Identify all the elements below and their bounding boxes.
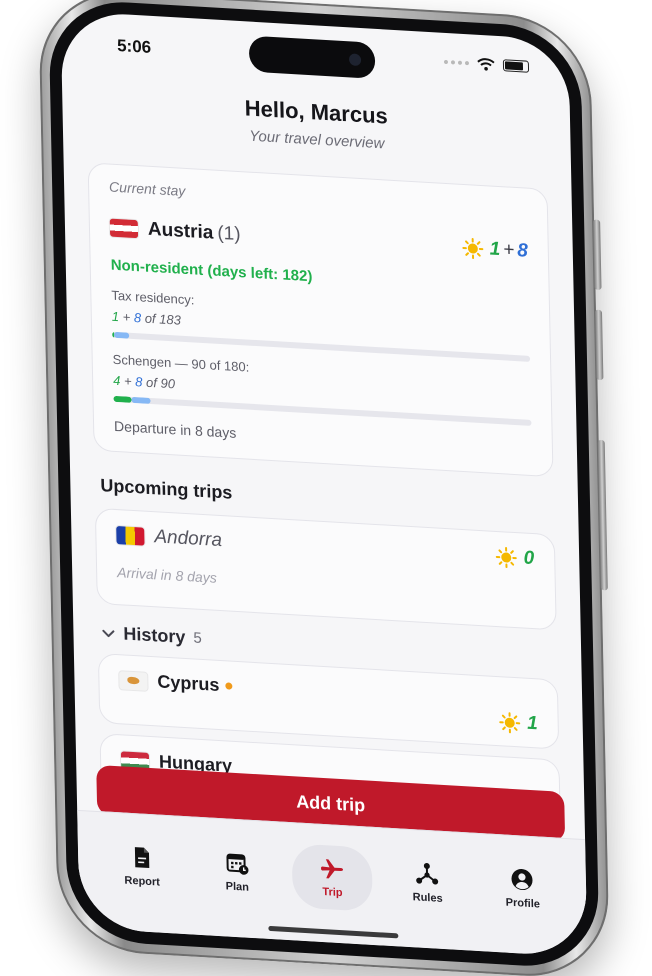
history-count: 5 <box>193 629 202 647</box>
tab-label: Rules <box>412 891 443 905</box>
home-indicator <box>268 925 399 939</box>
wifi-icon <box>477 58 495 71</box>
status-icons <box>443 55 530 74</box>
schengen-total: of 90 <box>145 374 176 392</box>
side-button <box>594 309 604 381</box>
page-header: Hello, Marcus Your travel overview <box>62 85 571 163</box>
upcoming-trip-subtitle: Arrival in 8 days <box>116 564 217 586</box>
marketing-stage: 5:06 Hello, Marcus Your travel overview <box>0 0 652 976</box>
current-country-row: Austria (1) 1 + 8 <box>109 217 529 263</box>
sun-icon <box>499 711 521 734</box>
tab-rules[interactable]: Rules <box>387 849 468 918</box>
battery-icon <box>502 59 530 73</box>
signal-icon <box>443 59 470 66</box>
current-days-plus: + <box>502 239 515 261</box>
upcoming-trip-country: Andorra <box>154 526 223 552</box>
upcoming-trip-card[interactable]: Andorra 0 Arrival in 8 days <box>94 507 557 631</box>
tax-total: of 183 <box>144 310 182 328</box>
current-country-name: Austria <box>147 218 214 244</box>
tab-plan[interactable]: Plan <box>196 838 277 907</box>
tax-days-past: 1 <box>111 308 120 325</box>
history-row: Cyprus <box>119 669 537 714</box>
sun-icon <box>461 237 484 260</box>
austria-flag-icon <box>109 218 139 239</box>
tab-label: Plan <box>225 880 250 894</box>
tab-label: Trip <box>322 885 343 900</box>
main-content: Current stay Austria (1) 1 + 8 Non-resid… <box>87 162 562 839</box>
current-stay-caption: Current stay <box>108 178 186 199</box>
status-time: 5:06 <box>116 35 152 57</box>
history-days: 1 <box>499 711 538 735</box>
schengen-plus: + <box>123 373 132 389</box>
andorra-flag-icon <box>116 526 145 546</box>
tab-trip[interactable]: Trip <box>291 843 373 912</box>
tax-days-future: 8 <box>133 309 142 326</box>
calendar-icon <box>226 853 249 875</box>
side-button <box>593 219 602 290</box>
upcoming-trip-days: 0 <box>523 547 535 570</box>
current-days-planned: 8 <box>517 240 529 262</box>
dynamic-island <box>248 35 376 79</box>
schengen-progress-future <box>131 396 151 404</box>
document-icon <box>134 847 149 868</box>
nodes-icon <box>416 863 439 885</box>
departure-text: Departure in 8 days <box>113 417 237 441</box>
person-icon <box>511 869 533 891</box>
chevron-down-icon <box>102 629 115 637</box>
cyprus-flag-icon <box>119 670 148 691</box>
sun-icon <box>495 546 518 569</box>
schengen-days-future: 8 <box>135 374 143 390</box>
schengen-progress-past <box>113 395 132 403</box>
history-title: History <box>123 623 186 648</box>
current-days-resident: 1 <box>489 238 501 261</box>
airplane-icon <box>321 859 344 879</box>
upcoming-trip-row: Andorra 0 <box>116 524 534 570</box>
tab-label: Profile <box>505 896 541 911</box>
tax-progress-future <box>114 331 129 339</box>
phone-mockup: 5:06 Hello, Marcus Your travel overview <box>38 0 610 976</box>
tab-label: Report <box>124 874 161 889</box>
history-days-count: 1 <box>526 712 538 735</box>
tax-plus: + <box>122 309 131 325</box>
tab-profile[interactable]: Profile <box>482 854 563 923</box>
current-stay-card[interactable]: Current stay Austria (1) 1 + 8 Non-resid… <box>87 162 554 478</box>
history-item[interactable]: Cyprus 1 <box>97 652 560 750</box>
current-country-count: (1) <box>217 222 241 246</box>
status-dot-icon <box>225 682 233 690</box>
app-screen: 5:06 Hello, Marcus Your travel overview <box>60 10 588 958</box>
tab-report[interactable]: Report <box>101 832 182 901</box>
schengen-days-past: 4 <box>112 372 121 389</box>
camera-icon <box>348 53 362 67</box>
history-country: Cyprus <box>157 671 220 696</box>
